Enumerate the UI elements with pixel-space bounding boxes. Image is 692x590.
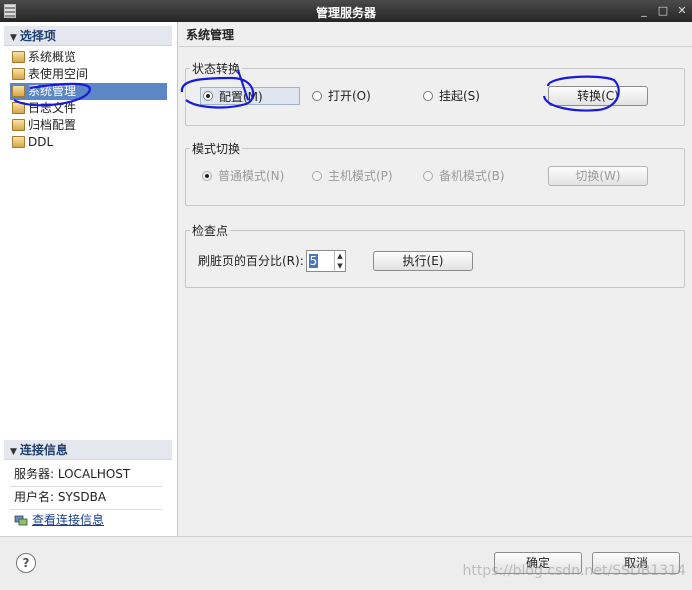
radio-dot [312, 171, 322, 181]
radio-standby-mode[interactable]: 备机模式(B) [423, 167, 505, 185]
radio-dot [312, 91, 322, 101]
view-connection-link[interactable]: 查看连接信息 [32, 512, 182, 528]
window-title: 管理服务器 [315, 6, 376, 20]
radio-suspend[interactable]: 挂起(S) [423, 87, 480, 105]
close-icon[interactable]: ✕ [674, 3, 690, 19]
nav-folder-icon [12, 119, 25, 131]
options-section-title: 选择项 [19, 29, 56, 43]
minimize-icon[interactable]: _ [636, 3, 652, 19]
collapse-triangle-icon: ▼ [10, 447, 17, 457]
radio-standby-mode-label: 备机模式(B) [439, 169, 505, 183]
spinner-value: 5 [309, 254, 318, 268]
nav-folder-icon [12, 136, 25, 148]
divider [179, 46, 692, 47]
spinner-arrows-icon[interactable]: ▲ ▼ [334, 251, 345, 271]
dirty-page-percent-spinner[interactable]: 5 ▲ ▼ [306, 250, 346, 272]
nav-item-system-management[interactable]: 系统管理 [10, 83, 167, 100]
radio-dot [202, 171, 212, 181]
switch-state-button[interactable]: 转换(C) [548, 86, 648, 106]
radio-normal-mode-label: 普通模式(N) [218, 169, 285, 183]
user-info: 用户名: SYSDBA [14, 490, 107, 504]
nav-folder-icon [12, 68, 25, 80]
title-bar: 管理服务器 _ □ ✕ [0, 0, 692, 22]
radio-normal-mode[interactable]: 普通模式(N) [202, 167, 284, 185]
radio-config-label: 配置(M) [219, 90, 263, 104]
connection-section-header[interactable]: ▼ 连接信息 [4, 440, 172, 460]
nav-item-log-files[interactable]: 日志文件 [10, 100, 167, 117]
left-panel: ▼ 选择项 系统概览 表使用空间 系统管理 日志文件 归档配置 DDL ▼ 连接信息… [0, 22, 178, 536]
nav-item-label: 表使用空间 [28, 67, 89, 81]
radio-suspend-label: 挂起(S) [439, 89, 480, 103]
nav-item-label: 系统概览 [28, 50, 77, 64]
radio-primary-mode-label: 主机模式(P) [328, 169, 393, 183]
connection-section-title: 连接信息 [19, 443, 68, 457]
server-info: 服务器: LOCALHOST [14, 467, 131, 481]
dirty-page-percent-label: 刷脏页的百分比(R): [198, 254, 304, 268]
nav-item-label: DDL [28, 135, 54, 149]
nav-item-ddl[interactable]: DDL [10, 134, 167, 151]
switch-mode-button[interactable]: 切换(W) [548, 166, 648, 186]
radio-dot [203, 91, 213, 101]
dialog-footer: ? 确定 取消 https://blog.csdn.net/SSDB1314 [0, 536, 692, 590]
nav-folder-icon [12, 51, 25, 63]
checkpoint-group: 检查点 刷脏页的百分比(R): 5 ▲ ▼ 执行(E) [185, 222, 685, 288]
mode-switch-label: 模式切换 [190, 140, 243, 157]
radio-config[interactable]: 配置(M) [200, 87, 300, 105]
radio-dot [423, 91, 433, 101]
nav-item-label: 系统管理 [28, 84, 77, 98]
checkpoint-label: 检查点 [190, 222, 231, 239]
radio-open-label: 打开(O) [328, 89, 371, 103]
divider [10, 486, 162, 487]
help-icon[interactable]: ? [16, 553, 36, 573]
maximize-icon[interactable]: □ [655, 3, 671, 19]
page-title: 系统管理 [186, 28, 235, 42]
nav-item-system-overview[interactable]: 系统概览 [10, 49, 167, 66]
divider [10, 509, 162, 510]
nav-item-label: 日志文件 [28, 101, 77, 115]
nav-item-table-space[interactable]: 表使用空间 [10, 66, 167, 83]
watermark: https://blog.csdn.net/SSDB1314 [462, 563, 686, 579]
execute-button[interactable]: 执行(E) [373, 251, 473, 271]
nav-folder-icon [12, 102, 25, 114]
connection-icon [14, 515, 28, 526]
nav-folder-icon [12, 85, 25, 97]
radio-open[interactable]: 打开(O) [312, 87, 371, 105]
nav-item-archive-config[interactable]: 归档配置 [10, 117, 167, 134]
radio-primary-mode[interactable]: 主机模式(P) [312, 167, 393, 185]
state-switch-label: 状态转换 [190, 60, 243, 77]
mode-switch-group: 模式切换 普通模式(N) 主机模式(P) 备机模式(B) 切换(W) [185, 140, 685, 206]
radio-dot [423, 171, 433, 181]
options-section-header[interactable]: ▼ 选择项 [4, 26, 172, 46]
nav-item-label: 归档配置 [28, 118, 77, 132]
collapse-triangle-icon: ▼ [10, 33, 17, 43]
state-switch-group: 状态转换 配置(M) 打开(O) 挂起(S) 转换(C) [185, 60, 685, 126]
main-panel: 系统管理 状态转换 配置(M) 打开(O) 挂起(S) 转换(C) 模式切换 普… [179, 22, 692, 536]
